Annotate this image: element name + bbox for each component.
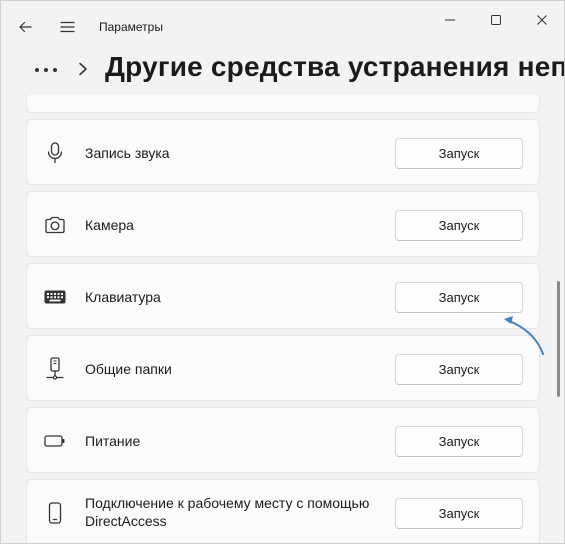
keyboard-icon	[43, 285, 67, 309]
launch-button-directaccess[interactable]: Запуск	[395, 498, 523, 529]
app-title: Параметры	[99, 20, 163, 34]
item-label: Камера	[85, 217, 134, 233]
list-item-shared-folders: Общие папки Запуск	[26, 335, 540, 401]
more-dots-icon	[35, 68, 57, 72]
back-button[interactable]	[11, 13, 39, 41]
list-item-directaccess: Подключение к рабочему месту с помощью D…	[26, 479, 540, 543]
item-label: Общие папки	[85, 361, 172, 377]
troubleshooters-list: Запись звука Запуск Камера Запуск Клавиа…	[1, 95, 564, 543]
maximize-button[interactable]	[473, 5, 519, 35]
chevron-right-icon	[79, 62, 87, 76]
item-label-line1: Подключение к рабочему месту с помощью	[85, 495, 370, 511]
breadcrumb-separator	[75, 59, 91, 79]
close-button[interactable]	[519, 5, 564, 35]
item-label: Питание	[85, 433, 141, 449]
page-title: Другие средства устранения непол	[105, 51, 564, 82]
maximize-icon	[491, 15, 501, 25]
breadcrumb-overflow-button[interactable]	[29, 57, 63, 83]
launch-button-audio-recording[interactable]: Запуск	[395, 138, 523, 169]
shared-folder-icon	[43, 357, 67, 381]
battery-icon	[43, 429, 67, 453]
navigation-menu-button[interactable]	[53, 13, 81, 41]
list-item-partial	[26, 95, 540, 113]
settings-window: Параметры Другие средства устранения неп…	[0, 0, 565, 544]
list-item-power: Питание Запуск	[26, 407, 540, 473]
camera-icon	[43, 213, 67, 237]
microphone-icon	[43, 141, 67, 165]
item-label-line2: DirectAccess	[85, 513, 167, 529]
list-item-keyboard: Клавиатура Запуск	[26, 263, 540, 329]
phone-device-icon	[43, 501, 67, 525]
back-arrow-icon	[19, 21, 32, 33]
page-header: Другие средства устранения непол	[1, 49, 564, 95]
launch-button-power[interactable]: Запуск	[395, 426, 523, 457]
hamburger-menu-icon	[59, 21, 75, 33]
minimize-icon	[445, 19, 455, 21]
close-icon	[537, 15, 547, 25]
launch-button-camera[interactable]: Запуск	[395, 210, 523, 241]
list-item-camera: Камера Запуск	[26, 191, 540, 257]
vertical-scrollbar[interactable]	[557, 281, 560, 397]
item-label: Запись звука	[85, 145, 170, 161]
list-item-audio-recording: Запись звука Запуск	[26, 119, 540, 185]
annotation-arrow-icon	[504, 316, 544, 355]
minimize-button[interactable]	[427, 5, 473, 35]
title-bar: Параметры	[1, 1, 564, 49]
item-label: Клавиатура	[85, 289, 161, 305]
